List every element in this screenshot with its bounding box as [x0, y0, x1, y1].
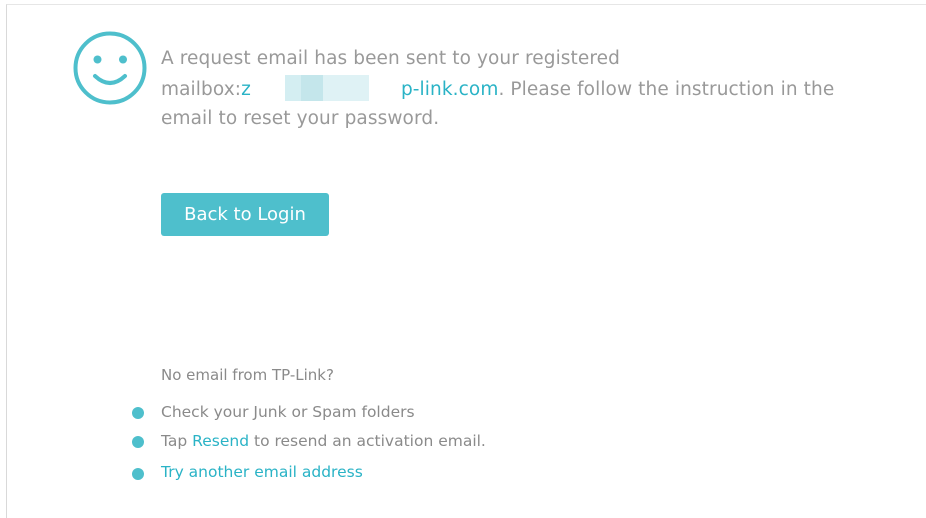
tip-resend-suffix: to resend an activation email. — [249, 432, 486, 450]
bullet-dot-icon — [132, 407, 144, 419]
bullet-dot-icon — [132, 436, 144, 448]
tip-resend: Tap Resend to resend an activation email… — [161, 431, 486, 451]
tip-check-junk: Check your Junk or Spam folders — [161, 403, 415, 421]
email-redaction — [251, 73, 399, 103]
message-line-3: email to reset your password. — [161, 108, 440, 129]
smiley-icon — [73, 31, 147, 105]
message-line-1: A request email has been sent to your re… — [161, 48, 621, 69]
email-domain: p-link.com — [400, 79, 499, 100]
resend-link[interactable]: Resend — [192, 432, 249, 450]
bullet-dot-icon — [132, 468, 144, 480]
reset-email-message: A request email has been sent to your re… — [161, 44, 881, 133]
back-to-login-button[interactable]: Back to Login — [161, 193, 329, 236]
tip-resend-prefix: Tap — [161, 432, 193, 450]
email-start: z — [241, 79, 251, 100]
mailbox-label: mailbox: — [161, 79, 242, 100]
try-another-email-link[interactable]: Try another email address — [161, 462, 363, 482]
help-heading: No email from TP-Link? — [161, 366, 334, 384]
message-line-2-suffix: . Please follow the instruction in the — [498, 79, 835, 100]
